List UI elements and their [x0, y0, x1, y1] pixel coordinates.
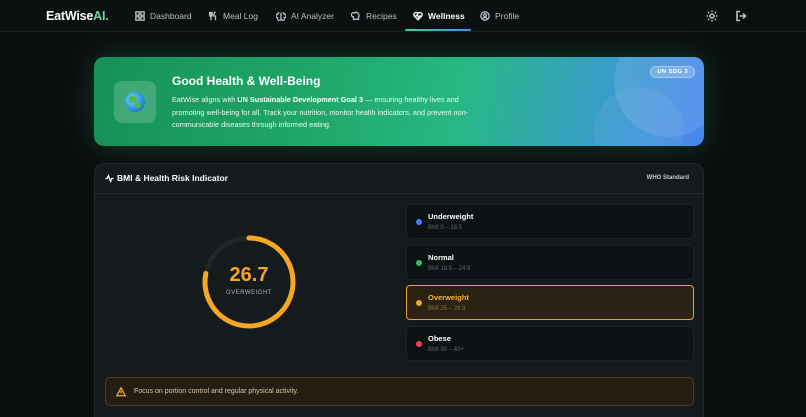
brand-logo[interactable]: EatWiseAI. — [46, 9, 109, 23]
logout-button[interactable] — [735, 9, 747, 22]
category-range: BMI 0 – 18.5 — [428, 225, 463, 231]
panel-title: BMI & Health Risk Indicator — [105, 173, 228, 183]
nav-item-label: Meal Log — [223, 11, 258, 21]
sdg-banner: Good Health & Well-Being EatWise aligns … — [94, 57, 704, 146]
brain-icon — [276, 12, 286, 21]
user-circle-icon — [480, 11, 490, 21]
category-underweight: Underweight BMI 0 – 18.5 — [406, 204, 694, 239]
active-tab-indicator — [405, 29, 471, 31]
sdg-desc-pre: EatWise aligns with — [172, 95, 238, 104]
heart-pulse-icon — [413, 11, 423, 21]
globe-icon-box — [114, 81, 156, 123]
category-name: Obese — [428, 334, 451, 343]
sun-icon — [706, 10, 718, 22]
category-range: BMI 30 – 40+ — [428, 347, 464, 353]
sdg-desc-bold: UN Sustainable Development Goal 3 — [237, 95, 363, 104]
bmi-value: 26.7 — [229, 264, 269, 286]
theme-toggle-button[interactable] — [706, 9, 718, 22]
status-dot — [416, 260, 422, 266]
status-dot — [416, 219, 422, 225]
brand-name: EatWise — [46, 9, 94, 23]
warning-icon — [116, 386, 126, 396]
nav-item-profile[interactable]: Profile — [480, 0, 519, 32]
nav-item-label: Wellness — [428, 11, 465, 21]
nav-item-wellness[interactable]: Wellness — [413, 0, 465, 32]
globe-icon — [125, 92, 145, 112]
bmi-status: OVERWEIGHT — [226, 290, 272, 296]
category-range: BMI 25 – 29.9 — [428, 306, 466, 312]
nav-item-recipes[interactable]: Recipes — [351, 0, 397, 32]
health-tip-text: Focus on portion control and regular phy… — [134, 388, 299, 395]
utensils-icon — [209, 11, 217, 21]
category-range: BMI 18.5 – 24.9 — [428, 266, 471, 272]
category-name: Normal — [428, 253, 454, 262]
nav-item-label: Dashboard — [150, 11, 192, 21]
category-name: Overweight — [428, 293, 469, 302]
nav-item-label: Profile — [495, 11, 520, 21]
status-dot — [416, 341, 422, 347]
top-nav: EatWiseAI. Dashboard Meal Log AI Analyze… — [0, 0, 806, 32]
nav-item-ai-analyzer[interactable]: AI Analyzer — [276, 0, 334, 32]
health-tip: Focus on portion control and regular phy… — [105, 377, 694, 406]
category-normal: Normal BMI 18.5 – 24.9 — [406, 245, 694, 280]
nav-item-label: AI Analyzer — [291, 11, 334, 21]
category-obese: Obese BMI 30 – 40+ — [406, 326, 694, 361]
bmi-panel: BMI & Health Risk Indicator WHO Standard… — [94, 163, 704, 417]
nav-item-dashboard[interactable]: Dashboard — [135, 0, 192, 32]
sdg-badge: UN SDG 3 — [650, 66, 695, 78]
nav-item-label: Recipes — [366, 11, 397, 21]
logout-icon — [736, 10, 747, 22]
status-dot — [416, 300, 422, 306]
activity-icon — [105, 173, 114, 183]
chef-hat-icon — [351, 11, 360, 20]
standard-label: WHO Standard — [646, 175, 689, 181]
nav-item-meal-log[interactable]: Meal Log — [208, 0, 258, 32]
grid-icon — [135, 11, 145, 21]
category-name: Underweight — [428, 212, 474, 221]
sdg-description: EatWise aligns with UN Sustainable Devel… — [172, 94, 472, 132]
panel-header: BMI & Health Risk Indicator WHO Standard — [95, 164, 703, 194]
category-overweight: Overweight BMI 25 – 29.9 — [406, 285, 694, 320]
sdg-title: Good Health & Well-Being — [172, 74, 321, 88]
panel-title-text: BMI & Health Risk Indicator — [117, 173, 228, 183]
brand-suffix: AI. — [93, 9, 109, 23]
